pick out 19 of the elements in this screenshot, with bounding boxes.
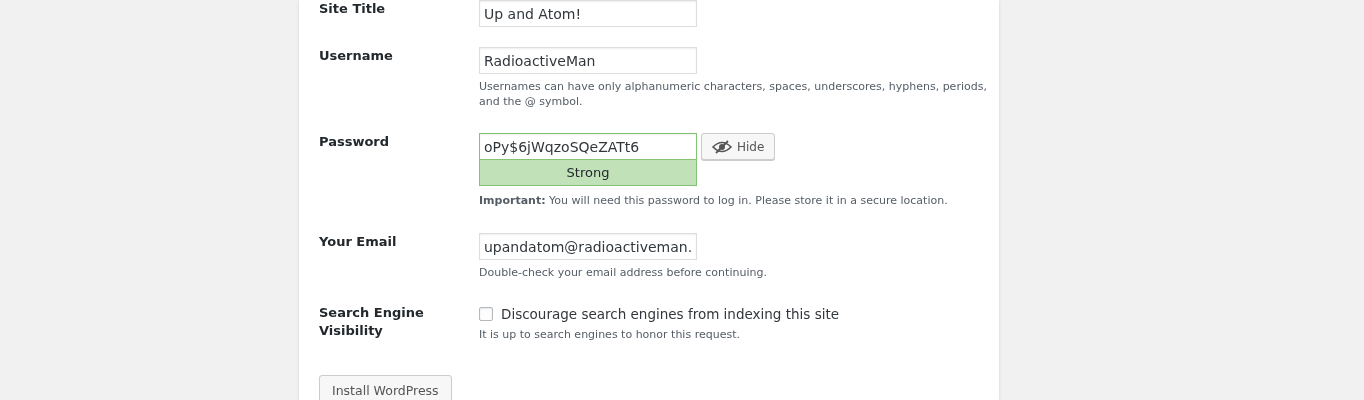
input-field[interactable]: RadioactiveMan	[479, 47, 697, 74]
checkbox[interactable]	[479, 307, 493, 321]
field-label: Username	[319, 47, 394, 65]
field-label: Password	[319, 133, 391, 151]
hide-button[interactable]: Hide	[701, 133, 776, 160]
field-description: Usernames can have only alphanumeric characters, spaces, underscores, hyphens, periods, and the @ symbol.	[479, 79, 988, 109]
field-label: Site Title	[319, 0, 387, 18]
field-description: It is up to search engines to honor this request.	[479, 327, 741, 342]
hidden-eye-icon	[712, 139, 732, 154]
field-description: Important: You will need this password to log in. Please store it in a secure location.	[479, 193, 949, 208]
input-field[interactable]: Up and Atom!	[479, 0, 697, 27]
field-label: Your Email	[319, 233, 398, 251]
input-field[interactable]: oPy$6jWqzoSQeZATt6	[479, 133, 697, 160]
field-description: Double-check your email address before continuing.	[479, 265, 768, 280]
checkbox-label: Discourage search engines from indexing this site	[501, 306, 840, 322]
field-label: Search Engine Visibility	[319, 304, 425, 340]
install-button[interactable]: Install WordPress	[319, 375, 452, 400]
input-field[interactable]: upandatom@radioactiveman.	[479, 233, 697, 260]
strength-meter: Strong	[479, 160, 697, 186]
